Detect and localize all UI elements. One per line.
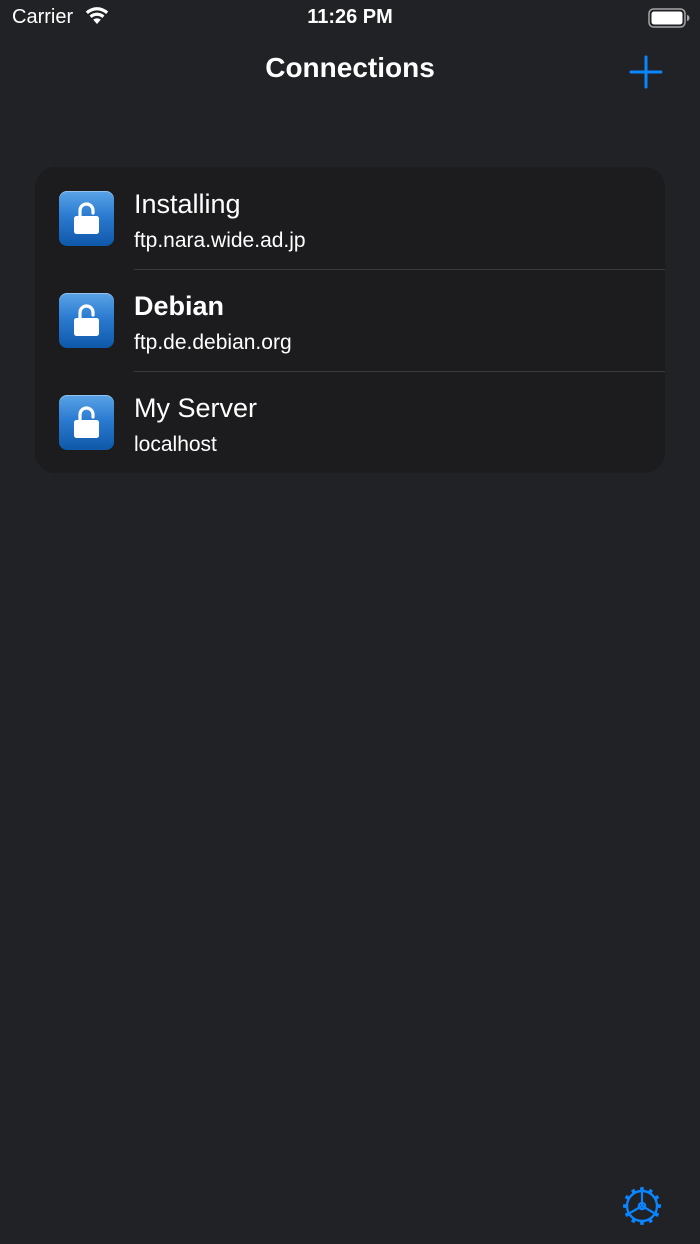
connection-host: ftp.de.debian.org	[134, 331, 292, 354]
settings-button[interactable]	[620, 1184, 664, 1228]
unlocked-padlock-icon	[59, 191, 114, 246]
connection-row-my-server[interactable]: My Server localhost	[35, 371, 665, 473]
gear-tooth	[623, 1204, 628, 1208]
add-connection-button[interactable]	[624, 50, 668, 94]
gear-icon	[623, 1187, 661, 1225]
connection-name: My Server	[134, 393, 258, 423]
gear-tooth	[656, 1204, 661, 1208]
connection-host: localhost	[134, 433, 217, 456]
gear-tooth	[640, 1220, 644, 1225]
connection-name: Installing	[134, 189, 241, 219]
page-title: Connections	[265, 52, 435, 83]
status-bar: Carrier 11:26 PM	[0, 0, 700, 36]
connection-host: ftp.nara.wide.ad.jp	[134, 229, 306, 252]
unlocked-padlock-icon	[59, 293, 114, 348]
connection-row-debian[interactable]: Debian ftp.de.debian.org	[35, 269, 665, 371]
unlocked-padlock-icon	[59, 395, 114, 450]
battery-full-icon	[648, 8, 690, 28]
connection-row-installing[interactable]: Installing ftp.nara.wide.ad.jp	[35, 167, 665, 269]
status-time: 11:26 PM	[307, 6, 393, 28]
connections-list: Installing ftp.nara.wide.ad.jp Debian ft…	[35, 167, 665, 473]
plus-icon	[629, 55, 663, 89]
gear-tooth	[640, 1187, 644, 1192]
connection-name: Debian	[134, 291, 225, 321]
